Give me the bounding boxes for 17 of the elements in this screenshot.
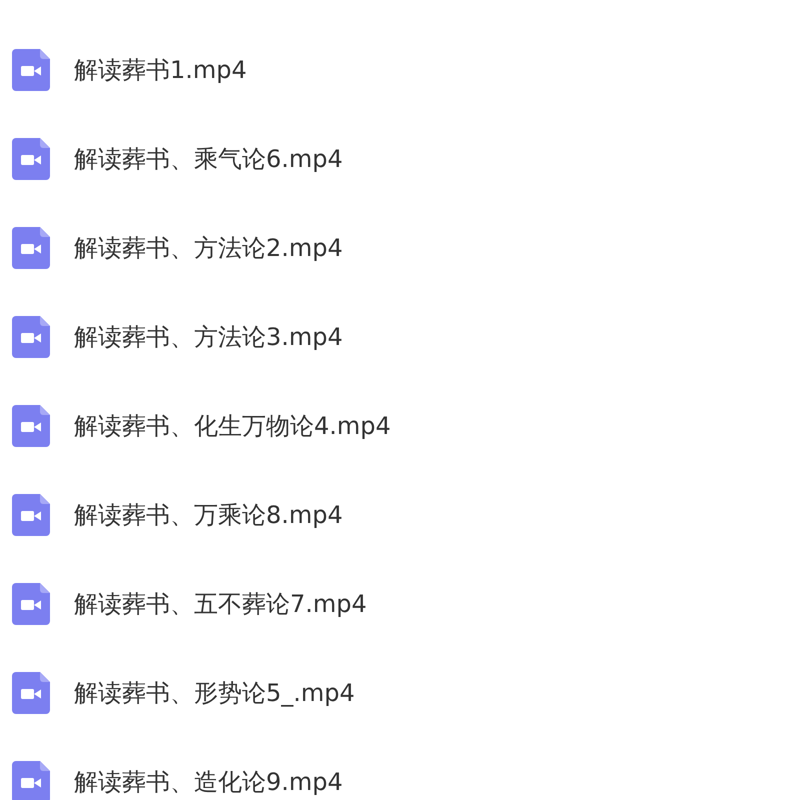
video-file-icon	[12, 138, 50, 180]
file-name[interactable]: 解读葬书、五不葬论7.mp4	[74, 586, 367, 622]
video-file-icon	[12, 48, 50, 90]
file-name[interactable]: 解读葬书、化生万物论4.mp4	[74, 408, 391, 444]
video-file-icon	[12, 316, 50, 358]
video-file-icon	[12, 404, 50, 446]
file-name[interactable]: 解读葬书、方法论3.mp4	[74, 318, 343, 354]
file-name[interactable]: 解读葬书、乘气论6.mp4	[74, 140, 343, 176]
file-name[interactable]: 解读葬书1.mp4	[74, 52, 247, 88]
video-file-icon	[12, 494, 50, 536]
file-name[interactable]: 解读葬书、万乘论8.mp4	[74, 496, 343, 532]
video-file-icon	[12, 582, 50, 624]
video-file-icon	[12, 672, 50, 714]
file-name[interactable]: 解读葬书、方法论2.mp4	[74, 230, 343, 266]
file-name[interactable]: 解读葬书、形势论5_.mp4	[74, 674, 355, 710]
video-file-icon	[12, 226, 50, 268]
file-name[interactable]: 解读葬书、造化论9.mp4	[74, 764, 343, 800]
